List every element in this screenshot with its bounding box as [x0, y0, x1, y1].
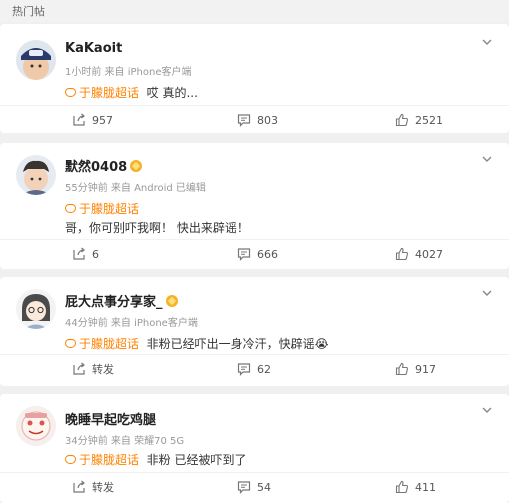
username[interactable]: KaKaoit [65, 41, 122, 56]
post-topic: 于朦胧超话 [65, 200, 139, 217]
comment-icon [237, 362, 251, 376]
share-button[interactable]: 转发 [72, 361, 114, 377]
post-content: 于朦胧超话 非粉已经吓出一身冷汗，快辟谣😭 [65, 335, 329, 352]
action-bar: 转发 54 411 [0, 472, 509, 500]
thumb-up-icon [395, 480, 409, 494]
vip-badge-icon [165, 295, 178, 307]
comment-button[interactable]: 62 [237, 361, 271, 377]
share-label: 转发 [92, 481, 114, 494]
share-icon [72, 247, 86, 261]
chevron-down-icon[interactable] [481, 36, 493, 48]
post-meta: 44分钟前 来自 iPhone客户端 [65, 318, 198, 329]
post-meta: 34分钟前 来自 荣耀70 5G [65, 436, 185, 447]
chevron-down-icon[interactable] [481, 287, 493, 299]
like-button[interactable]: 4027 [395, 246, 443, 262]
username[interactable]: 默然0408 [65, 156, 143, 175]
share-count: 957 [92, 113, 113, 127]
post-meta: 55分钟前 来自 Android 已编辑 [65, 183, 206, 194]
section-header: 热门帖 [0, 0, 509, 22]
comment-icon [237, 480, 251, 494]
chevron-down-icon[interactable] [481, 153, 493, 165]
post-text: 非粉已经吓出一身冷汗，快辟谣😭 [146, 337, 329, 351]
share-label: 转发 [92, 363, 114, 376]
like-button[interactable]: 411 [395, 479, 436, 495]
share-button[interactable]: 957 [72, 112, 113, 128]
like-button[interactable]: 917 [395, 361, 436, 377]
super-topic-icon [65, 204, 76, 213]
comment-button[interactable]: 666 [237, 246, 278, 262]
topic-link[interactable]: 于朦胧超话 [65, 86, 139, 100]
post-card[interactable]: 屁大点事分享家_ 44分钟前 来自 iPhone客户端 于朦胧超话 非粉已经吓出… [0, 277, 509, 386]
share-count: 6 [92, 247, 99, 261]
post-text: 哥，你可别吓我啊！ 快出来辟谣！ [65, 221, 249, 235]
post-text: 非粉 已经被吓到了 [146, 453, 247, 467]
comment-count: 62 [257, 362, 271, 376]
avatar[interactable] [16, 155, 56, 195]
post-content: 于朦胧超话 哎 真的... [65, 84, 198, 101]
vip-badge-icon [130, 160, 143, 172]
comment-count: 54 [257, 480, 271, 494]
comment-icon [237, 113, 251, 127]
like-count: 411 [415, 480, 436, 494]
thumb-up-icon [395, 247, 409, 261]
thumb-up-icon [395, 362, 409, 376]
share-button[interactable]: 6 [72, 246, 99, 262]
super-topic-icon [65, 88, 76, 97]
action-bar: 6 666 4027 [0, 239, 509, 267]
comment-count: 666 [257, 247, 278, 261]
post-card[interactable]: 晚睡早起吃鸡腿 34分钟前 来自 荣耀70 5G 于朦胧超话 非粉 已经被吓到了… [0, 394, 509, 503]
post-card[interactable]: 默然0408 55分钟前 来自 Android 已编辑 于朦胧超话 哥，你可别吓… [0, 143, 509, 269]
chevron-down-icon[interactable] [481, 404, 493, 416]
share-icon [72, 362, 86, 376]
action-bar: 957 803 2521 [0, 105, 509, 133]
super-topic-icon [65, 339, 76, 348]
section-title: 热门帖 [12, 5, 45, 18]
topic-link[interactable]: 于朦胧超话 [65, 202, 139, 216]
post-meta: 1小时前 来自 iPhone客户端 [65, 67, 192, 78]
avatar[interactable] [16, 40, 56, 80]
action-bar: 转发 62 917 [0, 354, 509, 382]
thumb-up-icon [395, 113, 409, 127]
share-icon [72, 480, 86, 494]
topic-link[interactable]: 于朦胧超话 [65, 453, 139, 467]
share-icon [72, 113, 86, 127]
share-button[interactable]: 转发 [72, 479, 114, 495]
like-button[interactable]: 2521 [395, 112, 443, 128]
post-content: 于朦胧超话 非粉 已经被吓到了 [65, 451, 246, 468]
topic-link[interactable]: 于朦胧超话 [65, 337, 139, 351]
comment-icon [237, 247, 251, 261]
post-card[interactable]: KaKaoit 1小时前 来自 iPhone客户端 于朦胧超话 哎 真的... … [0, 24, 509, 133]
super-topic-icon [65, 455, 76, 464]
like-count: 917 [415, 362, 436, 376]
like-count: 4027 [415, 247, 443, 261]
avatar[interactable] [16, 289, 56, 329]
username[interactable]: 晚睡早起吃鸡腿 [65, 409, 156, 428]
comment-count: 803 [257, 113, 278, 127]
avatar[interactable] [16, 406, 56, 446]
username[interactable]: 屁大点事分享家_ [65, 291, 178, 310]
post-text: 哎 真的... [146, 86, 198, 100]
comment-button[interactable]: 54 [237, 479, 271, 495]
like-count: 2521 [415, 113, 443, 127]
comment-button[interactable]: 803 [237, 112, 278, 128]
